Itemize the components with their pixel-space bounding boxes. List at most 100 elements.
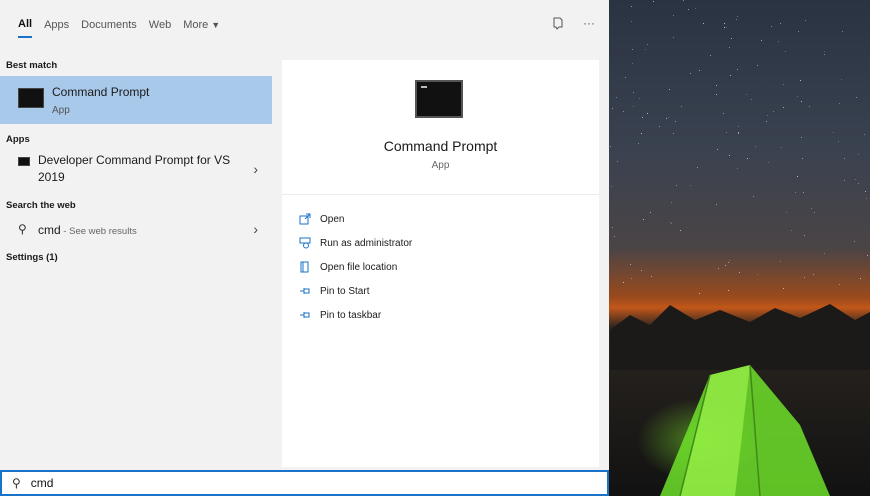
wallpaper-star [716, 204, 718, 206]
wallpaper-star [674, 120, 676, 122]
action-pin-to-start[interactable]: Pin to Start [298, 282, 369, 300]
wallpaper-star [801, 158, 803, 160]
wallpaper-star [726, 27, 728, 29]
wallpaper-star [753, 195, 755, 197]
settings-heading[interactable]: Settings (1) [6, 252, 58, 263]
app-detail-pane: Command Prompt App Open Run as administr… [282, 60, 599, 467]
wallpaper-star [614, 235, 616, 237]
wallpaper-star [641, 269, 643, 271]
wallpaper-star [813, 274, 815, 276]
result-developer-command-prompt[interactable]: Developer Command Prompt for VS 2019 › [0, 150, 272, 190]
wallpaper-star [768, 162, 770, 164]
wallpaper-star [805, 20, 807, 21]
wallpaper-star [729, 75, 731, 77]
results-list: Best match Command Prompt App Apps Devel… [0, 50, 272, 470]
wallpaper-star [649, 212, 651, 214]
wallpaper-star [770, 25, 772, 27]
wallpaper-star [729, 46, 731, 48]
action-run-as-admin-label: Run as administrator [320, 237, 413, 249]
wallpaper-star [796, 176, 798, 178]
wallpaper-star [767, 115, 769, 117]
action-open-file-location[interactable]: Open file location [298, 258, 397, 276]
wallpaper-star [844, 179, 846, 181]
wallpaper-star [630, 263, 632, 265]
search-web-heading: Search the web [6, 200, 76, 211]
best-match-command-prompt[interactable]: Command Prompt App [0, 76, 272, 124]
wallpaper-star [797, 95, 799, 97]
best-match-heading: Best match [6, 60, 58, 71]
wallpaper-star [716, 93, 718, 95]
wallpaper-star [783, 84, 785, 86]
tab-more[interactable]: More ▼ [183, 13, 220, 37]
tab-all[interactable]: All [18, 12, 33, 38]
wallpaper-star [854, 178, 856, 180]
wallpaper-star [757, 274, 759, 276]
wallpaper-star [681, 105, 683, 107]
shield-admin-icon [298, 236, 312, 250]
wallpaper-star [780, 147, 782, 149]
wallpaper-star [780, 260, 782, 262]
wallpaper-star [653, 0, 655, 2]
wallpaper-star [667, 117, 669, 118]
wallpaper-star [841, 79, 843, 81]
wallpaper-star [624, 77, 626, 79]
wallpaper-star [610, 146, 612, 148]
wallpaper-star [800, 80, 802, 81]
action-open-file-location-label: Open file location [320, 261, 398, 273]
open-icon [298, 212, 312, 226]
file-location-icon [298, 260, 312, 274]
wallpaper-star [854, 240, 856, 242]
wallpaper-star [631, 6, 633, 8]
wallpaper-star [832, 132, 834, 134]
wallpaper-star [723, 22, 725, 24]
result-web-search[interactable]: ⚲ cmd - See web results › [0, 218, 272, 242]
wallpaper-star [715, 85, 717, 87]
wallpaper-star [756, 64, 758, 66]
wallpaper-star [783, 107, 785, 109]
web-result-text: cmd - See web results [38, 223, 137, 237]
wallpaper-star [738, 132, 740, 134]
action-pin-to-start-label: Pin to Start [320, 285, 370, 297]
search-filter-tabs: All Apps Documents Web More ▼ [0, 0, 609, 50]
tab-documents[interactable]: Documents [81, 13, 137, 37]
wallpaper-star [727, 261, 729, 263]
start-search-panel: All Apps Documents Web More ▼ ··· Best ma… [0, 0, 609, 470]
wallpaper-star [723, 26, 725, 28]
wallpaper-star [824, 53, 826, 55]
wallpaper-star [800, 101, 802, 103]
wallpaper-star [631, 20, 633, 22]
wallpaper-star [642, 218, 644, 220]
wallpaper-star [610, 185, 612, 187]
wallpaper-star [672, 132, 674, 134]
chevron-right-icon: › [253, 161, 258, 177]
wallpaper-star [735, 19, 737, 21]
command-prompt-large-icon [415, 80, 463, 118]
more-options-icon[interactable]: ··· [583, 16, 595, 33]
wallpaper-star [723, 113, 725, 115]
wallpaper-star [736, 168, 738, 170]
wallpaper-star [779, 22, 781, 24]
wallpaper-star [632, 91, 634, 93]
feedback-icon[interactable] [551, 16, 565, 33]
action-run-as-admin[interactable]: Run as administrator [298, 234, 412, 252]
action-open[interactable]: Open [298, 210, 344, 228]
wallpaper-star [731, 37, 733, 39]
pin-icon [298, 308, 312, 322]
best-match-subtitle: App [52, 105, 70, 116]
wallpaper-star [702, 23, 704, 25]
wallpaper-star [765, 120, 767, 122]
wallpaper-star [803, 234, 805, 236]
wallpaper-star [672, 15, 674, 17]
wallpaper-star [811, 207, 813, 209]
action-pin-to-taskbar[interactable]: Pin to taskbar [298, 306, 381, 324]
wallpaper-star [646, 113, 648, 115]
wallpaper-star [859, 278, 861, 280]
search-input[interactable] [30, 476, 591, 490]
top-toolbar: ··· [551, 16, 595, 33]
tab-apps[interactable]: Apps [44, 13, 69, 37]
wallpaper-tent [660, 365, 830, 496]
tab-web[interactable]: Web [149, 13, 171, 37]
wallpaper-star [641, 133, 643, 135]
wallpaper-star [778, 40, 780, 42]
wallpaper-star [670, 201, 672, 203]
